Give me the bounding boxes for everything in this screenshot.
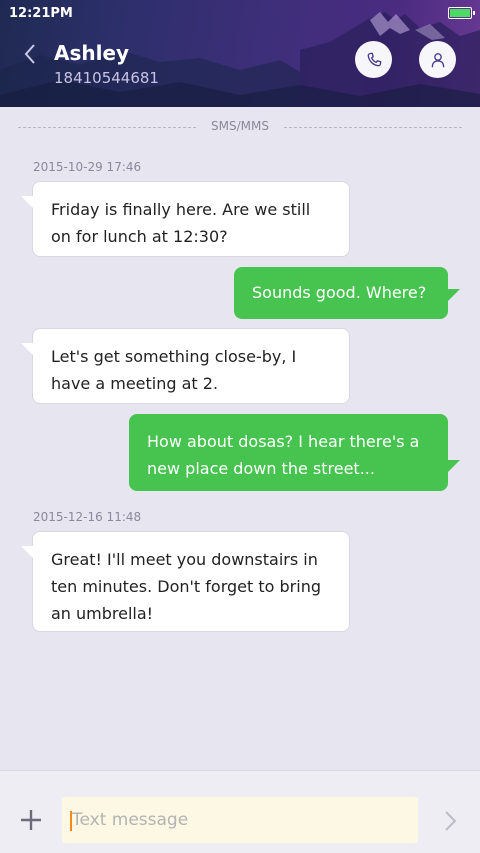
message-timestamp: 2015-12-16 11:48 — [33, 510, 142, 524]
send-button[interactable] — [438, 807, 462, 835]
composer-bar — [0, 770, 480, 853]
battery-icon — [448, 7, 475, 19]
message-timestamp: 2015-10-29 17:46 — [33, 160, 142, 174]
message-text: Sounds good. Where? — [252, 283, 427, 302]
incoming-message-bubble[interactable]: Great! I'll meet you downstairs in ten m… — [21, 531, 350, 632]
chevron-left-icon — [24, 44, 35, 64]
message-text: Friday is finally here. Are we still on … — [51, 200, 311, 246]
bubble-tail — [448, 289, 460, 301]
contact-info-button[interactable] — [419, 41, 456, 78]
attach-button[interactable] — [18, 807, 44, 833]
back-button[interactable] — [20, 40, 44, 68]
chevron-right-icon — [445, 811, 457, 831]
message-text: Great! I'll meet you downstairs in ten m… — [51, 550, 321, 623]
contact-name[interactable]: Ashley — [54, 41, 129, 65]
message-text: Let's get something close-by, I have a m… — [51, 347, 297, 393]
outgoing-message-bubble[interactable]: Sounds good. Where? — [234, 267, 460, 319]
message-text: How about dosas? I hear there's a new pl… — [147, 432, 420, 478]
incoming-message-bubble[interactable]: Friday is finally here. Are we still on … — [21, 181, 350, 257]
phone-icon — [367, 52, 381, 66]
text-cursor — [70, 811, 72, 831]
bubble-tail — [448, 460, 460, 472]
conversation-header: 12:21PM Ashley 18410544681 — [0, 0, 480, 107]
status-time: 12:21PM — [9, 6, 73, 21]
plus-icon — [21, 810, 41, 830]
message-input[interactable] — [62, 797, 418, 843]
divider-line — [284, 127, 462, 128]
contact-number: 18410544681 — [54, 69, 159, 87]
outgoing-message-bubble[interactable]: How about dosas? I hear there's a new pl… — [129, 414, 460, 491]
thread-type-divider: SMS/MMS — [18, 119, 462, 135]
divider-label: SMS/MMS — [211, 119, 269, 133]
call-button[interactable] — [355, 41, 392, 78]
person-icon — [431, 52, 444, 67]
incoming-message-bubble[interactable]: Let's get something close-by, I have a m… — [21, 328, 350, 404]
